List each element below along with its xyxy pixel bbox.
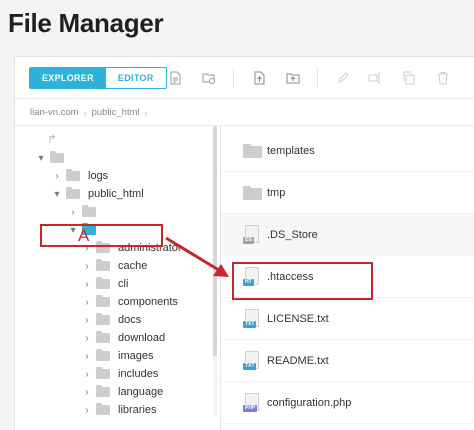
breadcrumb: lian-vn.com › public_html › [30,107,148,118]
chevron-right-icon[interactable]: › [81,405,93,416]
folder-icon [243,186,262,200]
folder-icon [66,169,80,181]
toolbar-divider [317,69,318,87]
tree-item-label: images [118,350,154,362]
chevron-right-icon[interactable]: › [81,351,93,362]
file-icon: PHP [243,393,261,413]
tree-item-label: language [118,386,164,398]
tree-item-label: cli [118,278,129,290]
tree-item-label: public_html [88,188,144,200]
tree-item-label: libraries [118,404,157,416]
file-info-icon[interactable] [165,68,185,88]
folder-tree: ↱ ▾ › logs ▾ public_html › ▾ › administrator › cac… [15,126,220,430]
annotation-highlight-file [232,262,373,300]
file-icon: TXT [243,351,261,371]
chevron-right-icon[interactable]: › [81,387,93,398]
tree-item[interactable]: › docs [81,311,141,329]
folder-icon [96,295,110,307]
file-icon: TXT [243,309,261,329]
file-list-item[interactable]: tmp [221,172,474,214]
folder-icon [96,259,110,271]
tree-item[interactable]: › images [81,347,153,365]
chevron-right-icon[interactable]: › [81,279,93,290]
tree-item-label: logs [88,170,109,182]
explorer-tab[interactable]: EXPLORER [30,68,106,88]
chevron-right-icon[interactable]: › [81,315,93,326]
file-name: README.txt [267,354,329,367]
file-manager-page: File Manager EXPLORER EDITOR lian-vn.com… [0,0,474,430]
file-list-item[interactable]: PHP configuration.php [221,382,474,424]
chevron-right-icon[interactable]: › [81,369,93,380]
file-list-item[interactable]: TXT LICENSE.txt [221,298,474,340]
tree-item[interactable]: › logs [51,167,108,185]
breadcrumb-item-public-html[interactable]: public_html [92,107,140,118]
upload-folder-icon[interactable] [283,68,303,88]
tree-item[interactable]: › download [81,329,165,347]
file-name: configuration.php [267,396,352,409]
delete-icon[interactable] [433,68,453,88]
view-toggle: EXPLORER EDITOR [29,67,167,89]
tree-item[interactable]: › cli [81,275,128,293]
editor-tab[interactable]: EDITOR [105,68,166,88]
folder-info-icon[interactable] [199,68,219,88]
tree-item[interactable]: › includes [81,365,158,383]
chevron-right-icon: › [144,107,148,118]
folder-icon [66,187,80,199]
page-title: File Manager [8,8,164,38]
file-name: LICENSE.txt [267,312,329,325]
toolbar-divider [233,69,234,87]
folder-icon [96,331,110,343]
tree-item[interactable]: ▾ public_html [51,185,144,203]
back-arrow-icon[interactable]: ↱ [47,132,57,146]
annotation-letter: A [78,226,90,245]
tree-item[interactable]: ▾ [35,149,72,167]
tree-item[interactable]: › language [81,383,163,401]
chevron-right-icon: › [83,107,87,118]
file-list-item[interactable]: templates [221,130,474,172]
chevron-right-icon[interactable]: › [81,333,93,344]
folder-icon [96,277,110,289]
tree-item[interactable]: › components [81,293,178,311]
file-list-item[interactable]: TXT README.txt [221,340,474,382]
folder-icon [82,205,96,217]
folder-icon [96,313,110,325]
file-name: templates [267,144,315,157]
folder-icon [96,367,110,379]
tree-item[interactable]: › libraries [81,401,157,419]
tree-item-label: cache [118,260,148,272]
tree-item[interactable]: › [67,203,104,221]
file-list-item[interactable]: DS .DS_Store [221,214,474,256]
tree-scrollbar-thumb[interactable] [213,126,217,356]
chevron-right-icon[interactable]: › [81,297,93,308]
tree-back-row[interactable]: ↱ [29,130,57,148]
file-name: tmp [267,186,286,199]
folder-icon [96,385,110,397]
breadcrumb-item-domain[interactable]: lian-vn.com [30,107,79,118]
folder-icon [96,349,110,361]
chevron-right-icon[interactable]: › [67,207,79,218]
tree-item-label: components [118,296,178,308]
tree-item[interactable]: › cache [81,257,147,275]
file-name: .DS_Store [267,228,318,241]
folder-icon [50,151,64,163]
tree-item-label: includes [118,368,159,380]
tree-item-label: docs [118,314,142,326]
rename-icon[interactable] [365,68,385,88]
folder-icon [243,144,262,158]
chevron-right-icon[interactable]: › [51,171,63,182]
toolbar: EXPLORER EDITOR [15,57,474,99]
file-icon: DS [243,225,261,245]
chevron-down-icon[interactable]: ▾ [51,189,63,200]
tree-item-label: download [118,332,166,344]
copy-icon[interactable] [399,68,419,88]
edit-icon[interactable] [333,68,353,88]
annotation-highlight-folder [40,224,163,247]
chevron-down-icon[interactable]: ▾ [35,153,47,164]
folder-icon [96,403,110,415]
upload-file-icon[interactable] [249,68,269,88]
chevron-right-icon[interactable]: › [81,261,93,272]
